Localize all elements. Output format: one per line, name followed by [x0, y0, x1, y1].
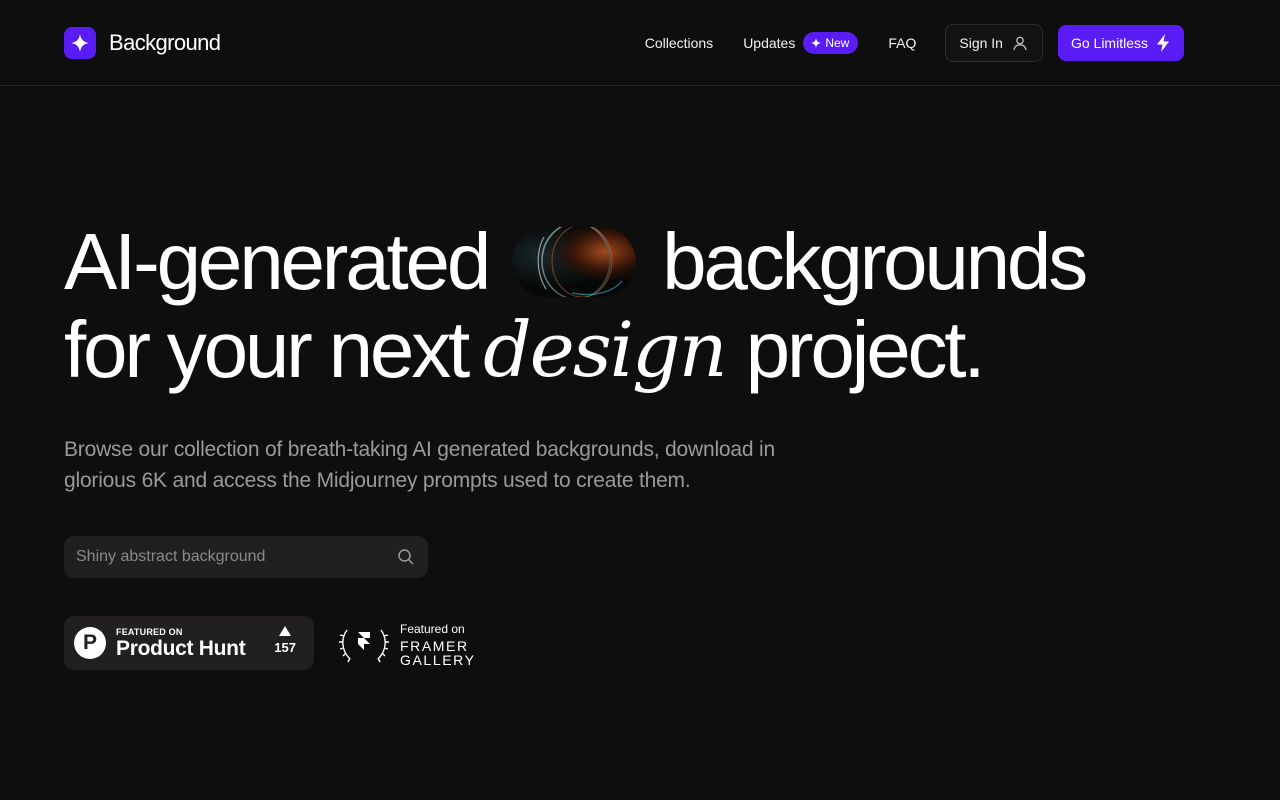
brand-name: Background [109, 30, 221, 55]
search-input[interactable] [64, 536, 397, 578]
sign-in-button[interactable]: Sign In [945, 24, 1043, 62]
sparkle-icon [811, 38, 822, 48]
product-hunt-text: FEATURED ON Product Hunt [116, 626, 246, 660]
search-icon[interactable] [397, 548, 415, 566]
sparkle-icon [64, 27, 96, 59]
hero-title-part: backgrounds [662, 217, 1088, 306]
hero-subtitle: Browse our collection of breath-taking A… [64, 438, 775, 492]
hero-title: AI-generated backgrounds for your next d… [64, 217, 1088, 394]
nav-faq-link[interactable]: FAQ [888, 35, 916, 51]
product-hunt-badge[interactable]: P FEATURED ON Product Hunt 157 [64, 616, 314, 670]
framer-gallery-badge[interactable]: Featured on Framer Gallery [338, 620, 490, 668]
upvote-arrow-icon [279, 626, 292, 636]
product-hunt-kicker: FEATURED ON [116, 626, 183, 637]
nav-updates-label: Updates [743, 35, 796, 51]
go-limitless-button[interactable]: Go Limitless [1057, 25, 1184, 61]
hero-title-part: project. [745, 305, 986, 394]
product-hunt-vote-count: 157 [274, 640, 296, 655]
top-navigation: Background Collections Updates New FAQ S… [0, 0, 1280, 86]
nav-collections-link[interactable]: Collections [645, 35, 713, 51]
product-hunt-name: Product Hunt [116, 636, 246, 660]
hero-title-line-1: AI-generated backgrounds [64, 217, 1088, 306]
go-limitless-label: Go Limitless [1070, 35, 1148, 51]
hero-title-italic-word: design [483, 305, 728, 394]
hero-title-part: AI-generated [64, 217, 491, 306]
brand-logo-link[interactable]: Background [64, 27, 221, 59]
nav-updates-link[interactable]: Updates New [743, 32, 859, 54]
nav-links: Collections Updates New FAQ Sign In Go L… [645, 24, 1184, 62]
new-badge: New [803, 32, 859, 54]
hero-title-part: for your next [64, 305, 470, 394]
framer-name: Framer Gallery [400, 637, 476, 668]
lightning-icon [1157, 34, 1169, 52]
sign-in-label: Sign In [959, 35, 1003, 51]
framer-kicker: Featured on [400, 621, 465, 636]
user-icon [1013, 36, 1027, 51]
framer-gallery-text: Featured on Framer Gallery [400, 622, 490, 667]
product-hunt-votes: 157 [274, 626, 296, 655]
new-badge-label: New [825, 36, 850, 50]
hero-pill-image [512, 227, 637, 297]
search-bar [64, 536, 428, 578]
hero-title-line-2: for your next design project. [64, 306, 1085, 394]
laurel-framer-icon [339, 629, 389, 663]
product-hunt-logo-icon: P [74, 627, 106, 659]
